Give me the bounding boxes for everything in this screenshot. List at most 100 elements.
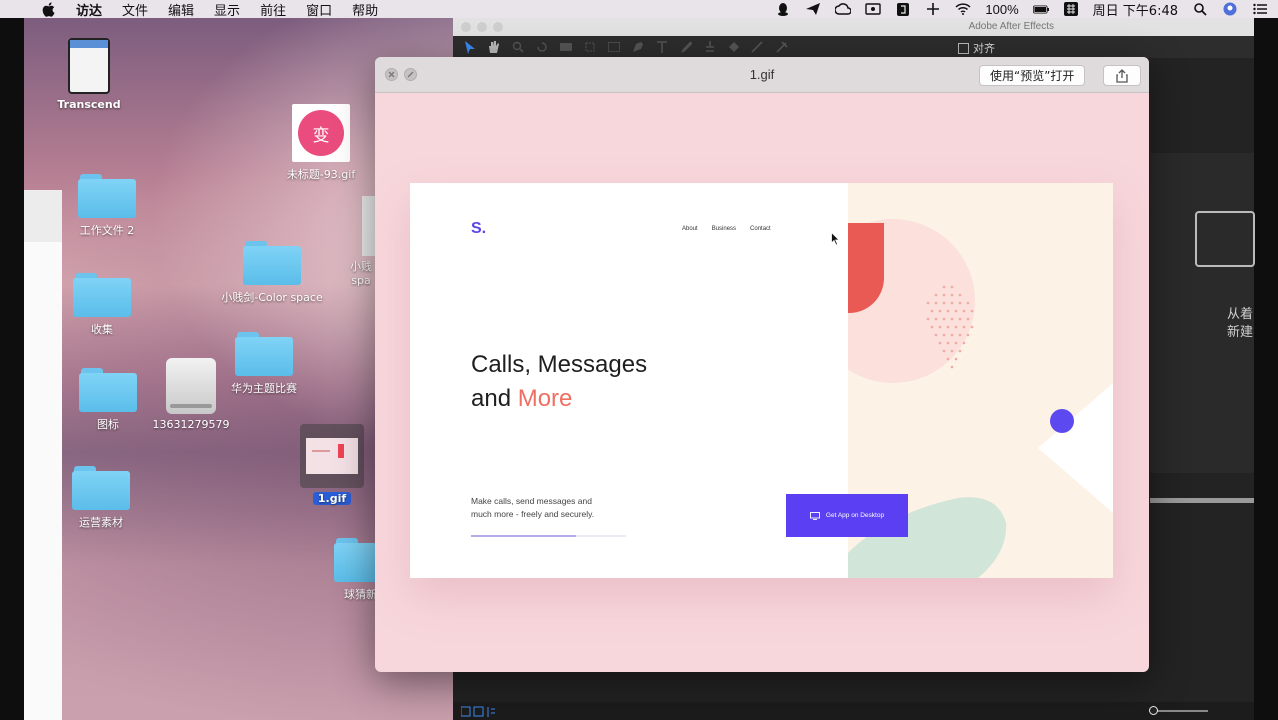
menu-edit[interactable]: 编辑 [168,0,194,19]
folder-icon [334,538,376,582]
desktop-item-drive[interactable]: 13631279579 [146,358,236,431]
purple-dot-shape [1050,409,1074,433]
subtext-line: much more - freely and securely. [471,509,595,519]
zoom-slider[interactable] [1149,706,1208,715]
creative-cloud-icon[interactable] [835,2,852,16]
desktop-item-collect[interactable]: 收集 [65,273,139,337]
puppet-tool-icon[interactable] [775,40,789,54]
slide-progress-bar [471,535,626,537]
ae-minimize-icon[interactable] [477,22,487,32]
desktop-item-partial1[interactable]: 小贱 spa [346,196,376,287]
eraser-tool-icon[interactable] [727,40,741,54]
desktop-item-label: 收集 [91,323,113,336]
evernote-icon[interactable] [895,2,911,16]
desktop-item-gif93[interactable]: 变 未标题-93.gif [278,104,364,182]
apple-menu-icon[interactable] [42,1,58,17]
folder-icon [72,466,130,510]
zoom-slider-thumb[interactable] [1149,706,1158,715]
shape-tool-icon[interactable] [607,40,621,54]
menu-window[interactable]: 窗口 [306,0,332,19]
screen-edge-left [0,18,24,720]
selection-tool-icon[interactable] [463,40,477,54]
user-avatar-icon[interactable] [1222,2,1238,16]
nav-link-contact[interactable]: Contact [750,226,771,232]
external-drive-icon [68,38,110,94]
desktop-item-label: spa [351,274,371,287]
share-button[interactable] [1103,65,1141,86]
nav-link-business[interactable]: Business [712,226,736,232]
desktop-item-label-selected: 1.gif [312,492,352,505]
roto-tool-icon[interactable] [751,40,765,54]
hero-headline: Calls, Messages and More [471,348,647,416]
ae-status-icons[interactable] [460,705,497,717]
menu-view[interactable]: 显示 [214,0,240,19]
align-checkbox-group[interactable]: 对齐 [958,40,995,56]
desktop-item-label: 运营素材 [79,516,123,529]
hero-subtext: Make calls, send messages and much more … [471,495,631,521]
desktop-item-gif1[interactable]: 1.gif [298,424,366,505]
desktop-item-colorspace[interactable]: 小贱剑-Color space [212,241,332,305]
get-app-button-label: Get App on Desktop [825,512,885,519]
anchor-tool-icon[interactable] [583,40,597,54]
folder-icon [79,368,137,412]
plus-cross-icon[interactable] [925,2,941,16]
gif-badge: 变 [298,110,344,156]
ae-close-icon[interactable] [461,22,471,32]
menu-file[interactable]: 文件 [122,0,148,19]
mouse-cursor-icon [831,232,840,246]
pen-tool-icon[interactable] [631,40,645,54]
desktop-item-label: 球猜新 [344,588,376,601]
spotlight-search-icon[interactable] [1192,2,1208,16]
file-icon [362,196,376,256]
align-label: 对齐 [973,42,995,55]
input-method-icon[interactable] [1063,2,1079,16]
send-icon[interactable] [805,2,821,16]
site-nav: About Business Contact [682,226,771,232]
qq-icon[interactable] [775,2,791,16]
camera-tool-icon[interactable] [559,40,573,54]
hard-drive-icon [166,358,216,414]
status-area: 100% 周日 下午6:48 [775,0,1268,19]
finder-window-fragment[interactable] [24,190,62,720]
film-icon [1195,211,1255,267]
headline-line-2: and More [471,382,647,416]
ae-panel-hint: 从着 新建 [1223,306,1253,342]
desktop-item-partial2[interactable]: 球猜新 [330,538,376,602]
desktop-item-workfile2[interactable]: 工作文件 2 [68,174,146,238]
rotate-tool-icon[interactable] [535,40,549,54]
text-tool-icon[interactable] [655,40,669,54]
ae-zoom-icon[interactable] [493,22,503,32]
desktop-item-label: 13631279579 [152,418,230,431]
menu-finder[interactable]: 访达 [76,0,102,19]
battery-percent: 100% [985,1,1019,17]
clone-tool-icon[interactable] [703,40,717,54]
align-checkbox[interactable] [958,42,969,54]
menu-go[interactable]: 前往 [260,0,286,19]
desktop-item-transcend[interactable]: Transcend [52,38,126,111]
hand-tool-icon[interactable] [487,40,501,54]
open-with-preview-button[interactable]: 使用“预览”打开 [979,65,1086,86]
finder-toolbar [24,190,62,242]
desktop-item-icons-folder[interactable]: 图标 [70,368,146,432]
nav-link-about[interactable]: About [682,226,698,232]
brush-tool-icon[interactable] [679,40,693,54]
battery-icon[interactable] [1032,2,1049,16]
share-icon [1116,68,1128,83]
zoom-tool-icon[interactable] [511,40,525,54]
menubar-clock[interactable]: 周日 下午6:48 [1093,0,1178,19]
quicklook-window[interactable]: 1.gif 使用“预览”打开 S. About Business Contact… [375,57,1149,672]
ae-titlebar: Adobe After Effects [453,18,1254,36]
ae-hint-line: 新建 [1226,325,1253,340]
desktop-item-ops[interactable]: 运营素材 [64,466,138,530]
folder-icon [243,241,301,285]
notification-center-icon[interactable] [1252,2,1268,16]
screen-record-icon[interactable] [865,2,882,16]
desktop-item-label: 图标 [97,418,119,431]
ae-hint-line: 从着 [1226,307,1253,322]
get-app-button[interactable]: Get App on Desktop [786,494,908,537]
folder-icon [78,174,136,218]
wifi-icon[interactable] [955,2,971,16]
menu-help[interactable]: 帮助 [352,0,378,19]
subtext-line: Make calls, send messages and [471,496,592,506]
gif-preview: S. About Business Contact Calls, Message… [410,183,1113,578]
